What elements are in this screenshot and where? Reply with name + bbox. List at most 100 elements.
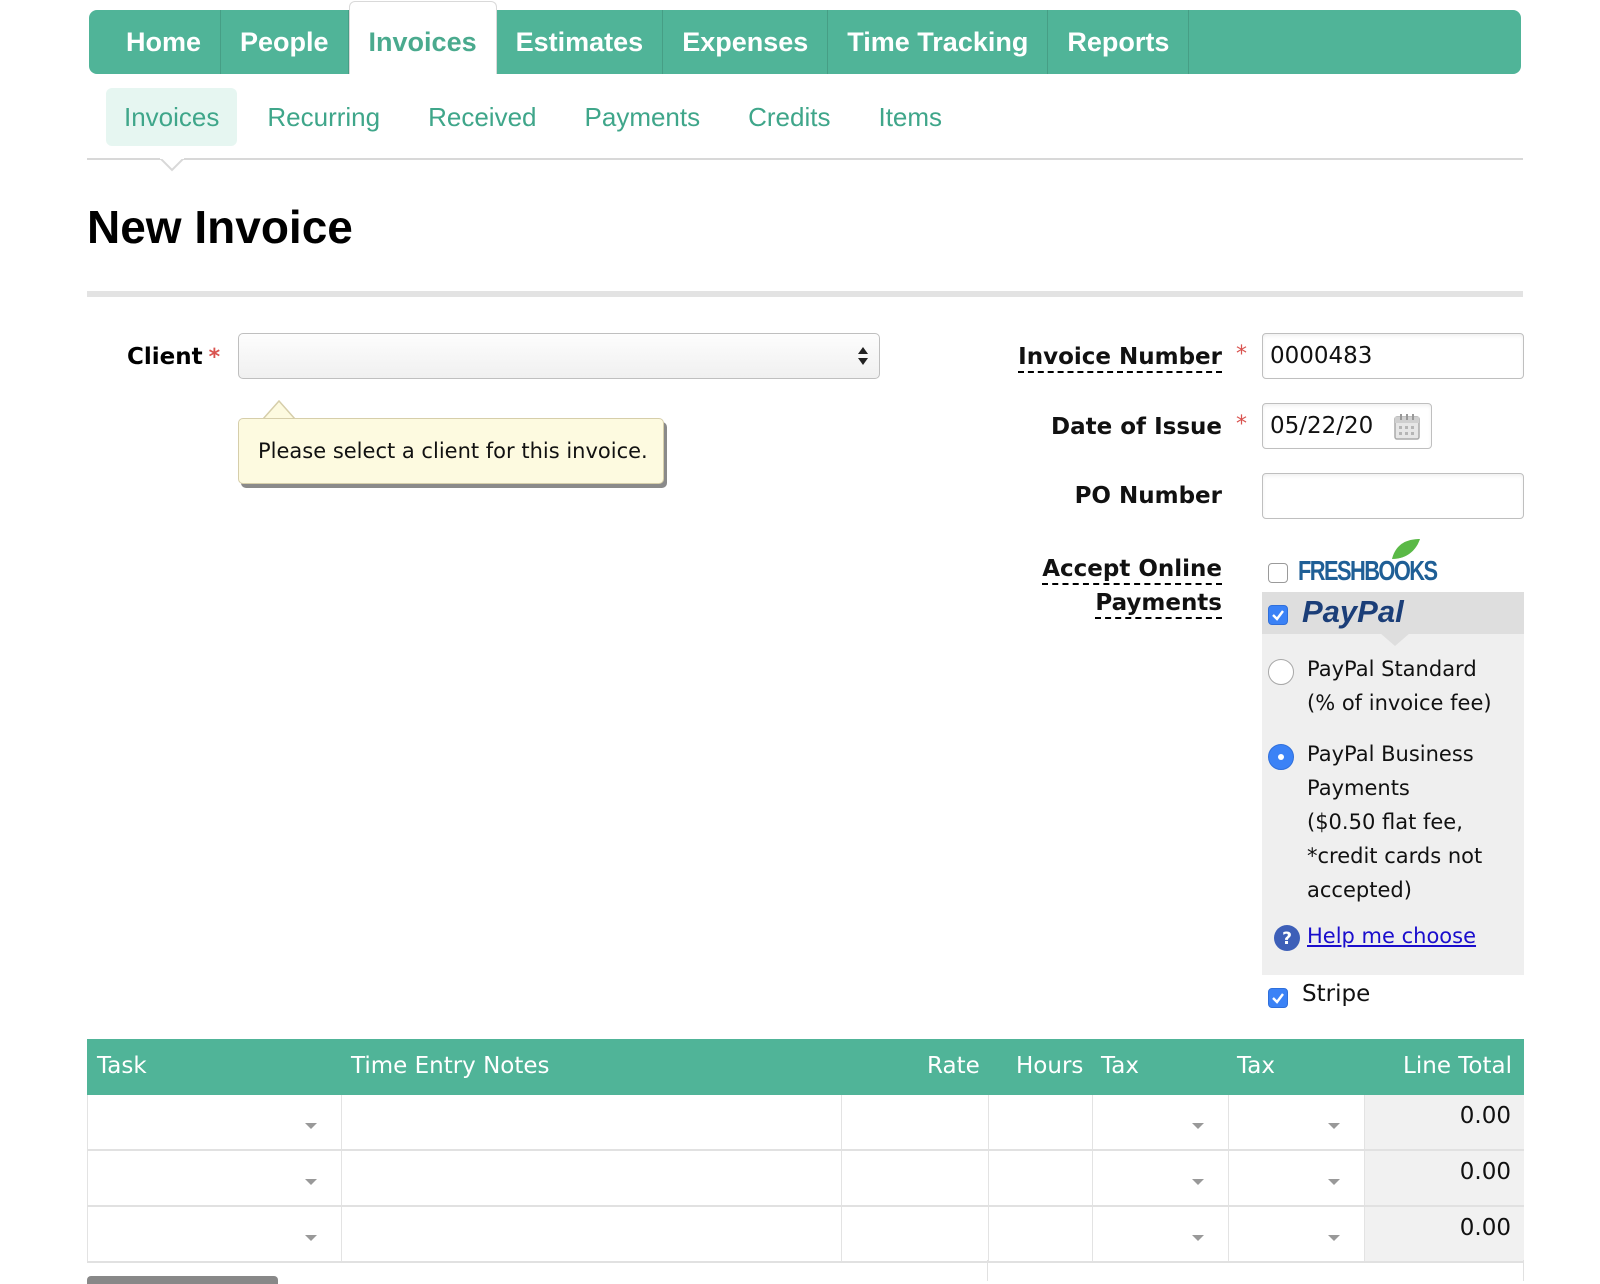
po-number-label-text: PO Number [1074,483,1222,509]
tab-people[interactable]: People [221,10,349,74]
hours-input[interactable] [988,1207,1092,1261]
tab-reports[interactable]: Reports [1048,10,1190,74]
paypal-panel-pointer [1380,633,1410,646]
header-rate: Rate [927,1053,980,1079]
stripe-checkbox[interactable] [1268,988,1288,1008]
tax-1-select[interactable] [1092,1151,1228,1205]
date-of-issue-input[interactable]: 05/22/20 [1262,403,1432,449]
tax-1-select[interactable] [1092,1207,1228,1261]
tab-estimates[interactable]: Estimates [497,10,664,74]
accept-online-label-line1: Accept Online [1042,556,1222,585]
notes-input[interactable] [341,1207,841,1261]
tab-home[interactable]: Home [89,10,222,74]
date-of-issue-label: Date of Issue [1051,414,1222,440]
header-task: Task [97,1053,147,1079]
tax-2-select[interactable] [1228,1095,1364,1149]
rate-input[interactable] [841,1207,988,1261]
invoice-number-input[interactable]: 0000483 [1262,333,1524,379]
paypal-standard-option[interactable]: PayPal Standard (% of invoice fee) [1307,652,1492,720]
accept-online-label-line2: Payments [1095,590,1222,619]
dropdown-arrow-icon [1192,1235,1204,1241]
notes-input[interactable] [341,1095,841,1149]
tab-expenses[interactable]: Expenses [663,10,829,74]
dropdown-arrow-icon [305,1179,317,1185]
po-number-input[interactable] [1262,473,1524,519]
paypal-standard-title: PayPal Standard [1307,657,1477,681]
active-subnav-pointer [160,158,184,172]
table-row: 0.00 [87,1207,1524,1263]
subnav-invoices[interactable]: Invoices [106,88,238,146]
required-marker: * [1236,412,1247,437]
required-marker: * [208,345,221,370]
hours-input[interactable] [988,1095,1092,1149]
paypal-business-option[interactable]: PayPal Business Payments ($0.50 flat fee… [1307,737,1482,907]
tax-2-select[interactable] [1228,1207,1364,1261]
line-total: 0.00 [1364,1151,1524,1205]
client-tooltip: Please select a client for this invoice. [238,418,664,484]
checkmark-icon [1272,610,1284,621]
subnav-credits[interactable]: Credits [730,88,848,146]
title-divider [87,291,1523,297]
header-tax-1: Tax [1101,1053,1139,1079]
sub-nav: Invoices Recurring Received Payments Cre… [106,88,972,146]
help-me-choose-link[interactable]: Help me choose [1307,924,1476,948]
dropdown-arrow-icon [1192,1123,1204,1129]
svg-text:?: ? [1282,929,1292,949]
invoice-number-label: Invoice Number [1018,344,1222,373]
client-tooltip-text: Please select a client for this invoice. [258,439,648,463]
client-select[interactable] [238,333,880,379]
header-tax-2: Tax [1237,1053,1275,1079]
dropdown-arrow-icon [305,1123,317,1129]
dropdown-arrow-icon [1328,1179,1340,1185]
freshbooks-wordmark: FreshBooks [1298,555,1438,586]
paypal-standard-radio[interactable] [1268,659,1294,685]
date-of-issue-value: 05/22/20 [1270,413,1374,439]
tooltip-pointer [263,400,297,420]
subnav-payments[interactable]: Payments [567,88,719,146]
line-total: 0.00 [1364,1095,1524,1149]
task-select[interactable] [87,1151,341,1205]
line-total: 0.00 [1364,1207,1524,1261]
paypal-business-fee-3: accepted) [1307,878,1412,902]
rate-input[interactable] [841,1151,988,1205]
line-items-table: Task Time Entry Notes Rate Hours Tax Tax… [87,1039,1524,1263]
task-select[interactable] [87,1095,341,1149]
client-label: Client * [127,344,220,370]
paypal-business-fee-1: ($0.50 flat fee, [1307,810,1463,834]
paypal-standard-fee: (% of invoice fee) [1307,691,1492,715]
tax-1-select[interactable] [1092,1095,1228,1149]
tab-invoices[interactable]: Invoices [348,1,497,74]
help-icon[interactable]: ? [1273,924,1301,952]
paypal-business-fee-2: *credit cards not [1307,844,1483,868]
invoice-number-value: 0000483 [1270,343,1373,369]
dropdown-arrow-icon [1328,1235,1340,1241]
dropdown-arrow-icon [1192,1179,1204,1185]
paypal-checkbox[interactable] [1268,605,1288,625]
table-footer-divider [1523,1260,1524,1281]
paypal-business-title-1: PayPal Business [1307,742,1474,766]
table-row: 0.00 [87,1151,1524,1207]
subnav-recurring[interactable]: Recurring [249,88,398,146]
tab-time-tracking[interactable]: Time Tracking [828,10,1049,74]
select-arrows-icon [858,347,868,365]
calendar-icon[interactable] [1392,411,1424,443]
stripe-label: Stripe [1302,981,1371,1007]
page-title: New Invoice [87,201,353,253]
hours-input[interactable] [988,1151,1092,1205]
header-line-total: Line Total [1403,1053,1512,1079]
subnav-received[interactable]: Received [410,88,554,146]
add-line-button[interactable] [87,1276,278,1284]
notes-input[interactable] [341,1151,841,1205]
paypal-business-title-2: Payments [1307,776,1410,800]
client-label-text: Client [127,344,203,370]
task-select[interactable] [87,1207,341,1261]
invoice-number-label-text: Invoice Number [1018,344,1222,373]
subnav-items[interactable]: Items [860,88,960,146]
freshbooks-checkbox[interactable] [1268,563,1288,583]
paypal-business-radio[interactable] [1268,744,1294,770]
main-nav: Home People Invoices Estimates Expenses … [89,1,1521,74]
rate-input[interactable] [841,1095,988,1149]
tax-2-select[interactable] [1228,1151,1364,1205]
checkmark-icon [1272,993,1284,1004]
required-marker: * [1236,342,1247,367]
